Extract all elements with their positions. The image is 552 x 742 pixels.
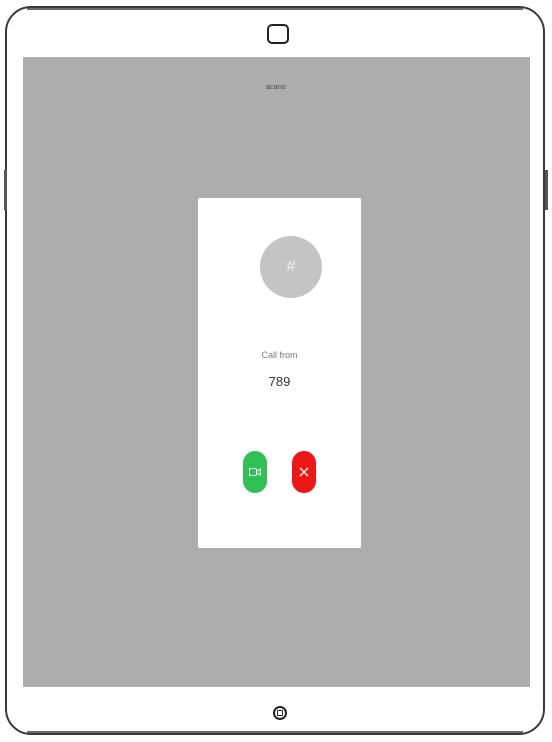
side-button — [4, 170, 7, 210]
avatar-initial: # — [286, 258, 296, 275]
accept-call-button[interactable] — [243, 451, 267, 493]
top-edge — [27, 8, 523, 10]
decline-call-button[interactable] — [292, 451, 316, 493]
bottom-edge — [27, 731, 523, 733]
call-from-label: Call from — [261, 350, 298, 360]
close-icon — [299, 467, 309, 477]
video-camera-icon — [249, 468, 261, 476]
home-button[interactable] — [273, 706, 287, 720]
side-button — [545, 170, 548, 210]
home-icon — [277, 710, 283, 716]
caller-avatar: # — [260, 236, 322, 298]
caller-number: 789 — [268, 374, 291, 389]
status-label: acano — [265, 84, 287, 91]
camera-icon — [267, 24, 289, 44]
